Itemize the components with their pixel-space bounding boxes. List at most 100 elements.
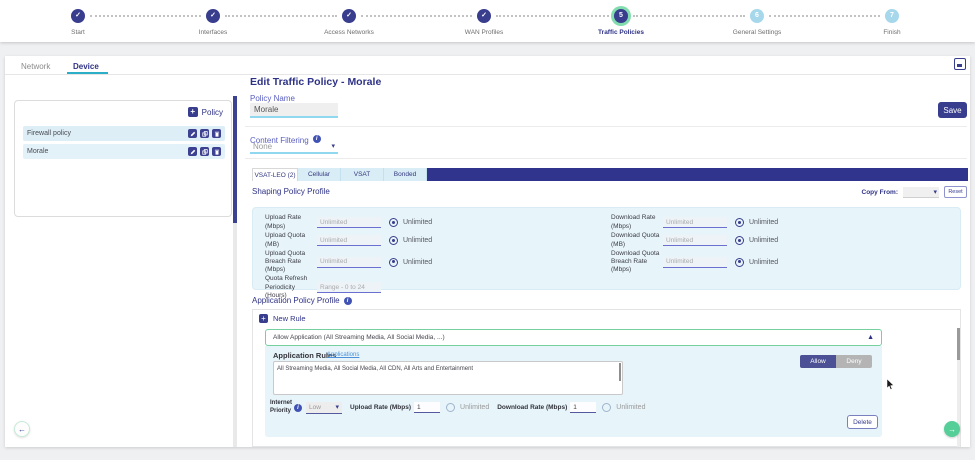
download-column: Download Rate (Mbps) Unlimited Download …	[611, 214, 861, 275]
textarea-scrollbar[interactable]	[619, 363, 621, 381]
delete-icon[interactable]	[212, 147, 221, 156]
step-access-networks[interactable]: ✓ Access Networks	[289, 9, 409, 36]
allow-button[interactable]: Allow	[800, 355, 836, 368]
plus-icon: +	[259, 314, 268, 323]
upload-rate-input[interactable]	[317, 217, 381, 228]
download-rate-input[interactable]	[663, 217, 727, 228]
step-number: 6	[750, 9, 764, 23]
field-label: Upload Quota (MB)	[265, 232, 315, 248]
field-row: Upload Rate (Mbps) Unlimited	[265, 214, 515, 231]
upload-rate-label: Upload Rate (Mbps)	[350, 404, 411, 411]
mouse-cursor	[886, 379, 895, 391]
step-label: Interfaces	[153, 29, 273, 36]
step-general-settings[interactable]: 6 General Settings	[697, 9, 817, 36]
scrollbar-thumb[interactable]	[233, 96, 237, 223]
tab-vsat-leo[interactable]: VSAT-LEO (2)	[252, 168, 298, 181]
copy-icon[interactable]	[200, 129, 209, 138]
unlimited-radio[interactable]	[389, 218, 398, 227]
priority-select[interactable]: Low ▾	[306, 402, 342, 414]
priority-value: Low	[309, 404, 321, 411]
step-wan-profiles[interactable]: ✓ WAN Profiles	[424, 9, 544, 36]
application-rules-container: + New Rule Allow Application (All Stream…	[252, 309, 961, 447]
quota-refresh-input[interactable]	[317, 282, 381, 293]
scrollbar-thumb[interactable]	[957, 328, 960, 360]
policy-name: Morale	[27, 148, 185, 155]
upload-quota-input[interactable]	[317, 235, 381, 246]
check-icon: ✓	[477, 9, 491, 23]
chevron-down-icon: ▾	[335, 403, 339, 411]
copy-from-row: Copy From: ▾ Reset	[605, 185, 967, 199]
unlimited-label: Unlimited	[403, 259, 432, 266]
rule-body: Application Rules Applications All Strea…	[265, 346, 882, 437]
content-filtering-value: None	[253, 142, 272, 151]
unlimited-label: Unlimited	[460, 404, 489, 411]
content-filtering-select[interactable]: None ▾	[250, 140, 338, 154]
copy-icon[interactable]	[200, 147, 209, 156]
tab-strip-filler	[427, 168, 968, 181]
tab-vsat[interactable]: VSAT	[341, 168, 384, 181]
panel-toggle-icon[interactable]	[954, 58, 966, 70]
unlimited-radio[interactable]	[735, 236, 744, 245]
back-button[interactable]: ←	[14, 421, 30, 437]
policy-list-item[interactable]: Morale	[23, 144, 225, 159]
allow-deny-toggle: Allow Deny	[800, 355, 872, 368]
shaping-section-title: Shaping Policy Profile	[252, 187, 330, 196]
rule-summary: Allow Application (All Streaming Media, …	[273, 334, 867, 341]
rule-accordion-header[interactable]: Allow Application (All Streaming Media, …	[265, 329, 882, 346]
policy-name: Firewall policy	[27, 130, 185, 137]
reset-button[interactable]: Reset	[944, 186, 967, 198]
policy-name-input[interactable]	[250, 103, 338, 118]
upload-breach-rate-input[interactable]	[317, 257, 381, 268]
rule-download-rate-input[interactable]	[570, 402, 596, 413]
step-finish[interactable]: 7 Finish	[832, 9, 952, 36]
tab-cellular[interactable]: Cellular	[298, 168, 341, 181]
collapse-icon[interactable]: ▲	[867, 334, 874, 341]
internet-priority-label: Internet Priority	[270, 400, 294, 416]
unlimited-label: Unlimited	[616, 404, 645, 411]
policy-list-item[interactable]: Firewall policy	[23, 126, 225, 141]
info-icon[interactable]: i	[294, 404, 302, 412]
download-breach-rate-input[interactable]	[663, 257, 727, 268]
copy-from-select[interactable]: ▾	[903, 187, 939, 198]
tab-network[interactable]: Network	[15, 59, 56, 74]
field-label: Download Quota (MB)	[611, 232, 661, 248]
add-policy-button[interactable]: + Policy	[188, 107, 223, 117]
unlimited-radio[interactable]	[735, 218, 744, 227]
deny-button[interactable]: Deny	[836, 355, 872, 368]
unlimited-radio[interactable]	[602, 403, 611, 412]
applications-textarea[interactable]: All Streaming Media, All Social Media, A…	[273, 361, 623, 395]
unlimited-radio[interactable]	[446, 403, 455, 412]
save-button[interactable]: Save	[938, 102, 967, 118]
application-section-title: Application Policy Profile i	[252, 296, 352, 305]
wizard-stepper: ✓ Start ✓ Interfaces ✓ Access Networks ✓…	[0, 0, 975, 42]
policy-name-label: Policy Name	[250, 94, 295, 103]
page-title: Edit Traffic Policy - Morale	[250, 76, 381, 88]
field-label: Download Quota Breach Rate (Mbps)	[611, 250, 661, 274]
unlimited-radio[interactable]	[389, 236, 398, 245]
arrow-right-icon: →	[948, 425, 956, 434]
next-button[interactable]: →	[944, 421, 960, 437]
new-rule-button[interactable]: + New Rule	[259, 314, 306, 323]
tab-bonded[interactable]: Bonded	[384, 168, 427, 181]
step-start[interactable]: ✓ Start	[18, 9, 138, 36]
unlimited-radio[interactable]	[735, 258, 744, 267]
info-icon[interactable]: i	[344, 297, 352, 305]
main-scrollbar[interactable]	[233, 96, 237, 447]
field-row: Upload Quota Breach Rate (Mbps) Unlimite…	[265, 250, 515, 274]
delete-rule-button[interactable]: Delete	[847, 415, 878, 429]
policy-sidebar: + Policy Firewall policy Morale	[14, 100, 232, 217]
application-title-text: Application Policy Profile	[252, 296, 340, 305]
arrow-left-icon: ←	[18, 425, 26, 434]
edit-icon[interactable]	[188, 147, 197, 156]
step-traffic-policies[interactable]: 5 Traffic Policies	[561, 9, 681, 36]
unlimited-radio[interactable]	[389, 258, 398, 267]
field-row: Download Rate (Mbps) Unlimited	[611, 214, 861, 231]
step-interfaces[interactable]: ✓ Interfaces	[153, 9, 273, 36]
applications-link[interactable]: Applications	[327, 352, 359, 358]
step-label: Finish	[832, 29, 952, 36]
delete-icon[interactable]	[212, 129, 221, 138]
add-policy-label: Policy	[202, 108, 223, 117]
download-quota-input[interactable]	[663, 235, 727, 246]
edit-icon[interactable]	[188, 129, 197, 138]
rule-upload-rate-input[interactable]	[414, 402, 440, 413]
